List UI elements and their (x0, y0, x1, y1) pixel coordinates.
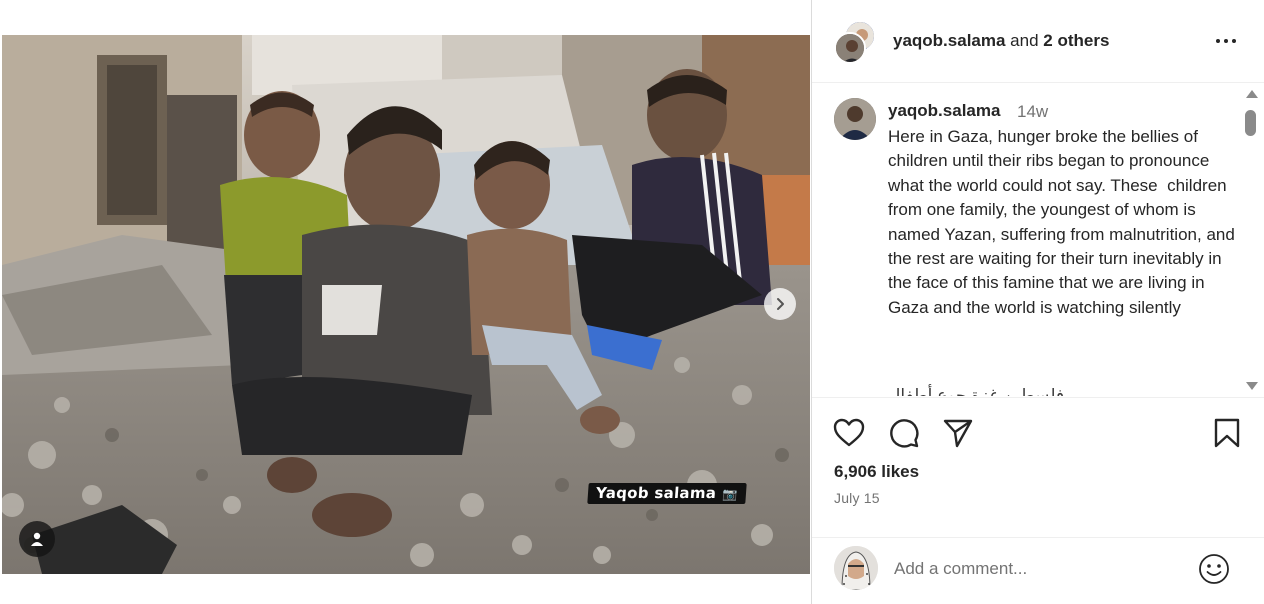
paper-plane-icon (943, 419, 973, 448)
others-link[interactable]: 2 others (1043, 31, 1109, 50)
caption-text: Here in Gaza, hunger broke the bellies o… (888, 127, 1240, 317)
share-button[interactable] (941, 416, 975, 450)
user-tag-icon (31, 532, 43, 546)
tagged-users-button[interactable] (19, 521, 55, 557)
comment-input[interactable] (894, 556, 1184, 582)
avatar-image (834, 98, 876, 140)
caption-scrollbar[interactable] (1242, 86, 1258, 396)
authors-connector: and (1005, 31, 1044, 50)
next-media-button[interactable] (764, 288, 796, 320)
post-actions: 6,906 likes July 15 (812, 397, 1264, 537)
caption-section: yaqob.salama 14w Here in Gaza, hunger br… (812, 84, 1264, 396)
author-username[interactable]: yaqob.salama (893, 31, 1005, 50)
chevron-right-icon (777, 298, 784, 310)
scroll-up-arrow-icon[interactable] (1246, 90, 1258, 98)
post-side-panel: yaqob.salama and 2 others yaqob.salama 1… (812, 0, 1264, 604)
post-date[interactable]: July 15 (834, 490, 880, 506)
photo-watermark: Yaqob salama 📷 (587, 483, 747, 504)
current-user-avatar (834, 546, 878, 590)
caption-username[interactable]: yaqob.salama (888, 101, 1000, 121)
scroll-down-arrow-icon[interactable] (1246, 382, 1258, 390)
scroll-thumb[interactable] (1245, 110, 1256, 136)
heart-icon (833, 418, 865, 447)
caption-overflow-line: فلسطين غزة جوع أطفال (888, 386, 1065, 396)
bookmark-icon (1214, 418, 1240, 448)
like-button[interactable] (832, 416, 866, 450)
save-button[interactable] (1210, 416, 1244, 450)
comment-button[interactable] (887, 416, 921, 450)
author-avatar[interactable] (834, 32, 866, 64)
more-options-button[interactable] (1214, 30, 1238, 52)
caption-timestamp[interactable]: 14w (1017, 102, 1048, 122)
post-authors[interactable]: yaqob.salama and 2 others (893, 31, 1109, 51)
more-dot (1232, 39, 1236, 43)
more-options-icon (1216, 39, 1220, 43)
likes-count[interactable]: 6,906 likes (834, 462, 919, 482)
comment-composer (812, 537, 1264, 604)
media-pane: Yaqob salama 📷 (0, 0, 812, 604)
avatar-image (836, 34, 864, 62)
avatar-image (834, 546, 878, 590)
collab-avatars[interactable] (834, 20, 880, 66)
post-header: yaqob.salama and 2 others (812, 0, 1264, 83)
emoji-smile-icon (1199, 554, 1229, 584)
emoji-button[interactable] (1198, 553, 1230, 585)
watermark-text: Yaqob salama (595, 484, 717, 502)
camera-icon: 📷 (721, 487, 738, 501)
caption-author-avatar[interactable] (834, 98, 876, 140)
comment-bubble-icon (890, 419, 919, 448)
more-dot (1224, 39, 1228, 43)
